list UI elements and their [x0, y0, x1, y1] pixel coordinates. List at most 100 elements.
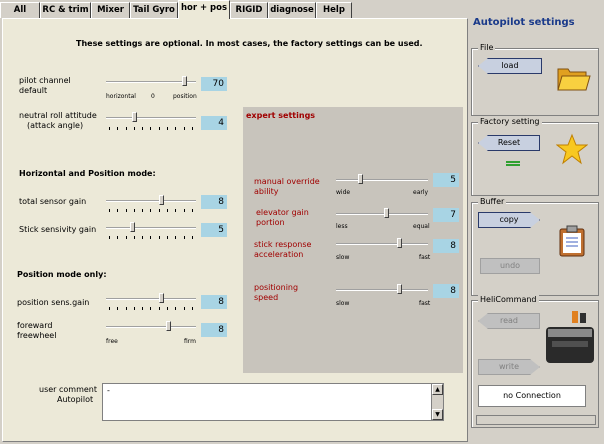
- freewheel-value: 8: [201, 323, 227, 337]
- pilot-channel-mid: 0: [151, 93, 155, 100]
- elevator-slider[interactable]: [383, 208, 389, 218]
- positioning-label: positioning: [254, 283, 299, 292]
- settings-panel: These settings are optional. In most cas…: [2, 18, 468, 442]
- elevator-label-2: portion: [256, 218, 285, 227]
- tab-rigid[interactable]: RIGID: [230, 2, 268, 18]
- elevator-track: [336, 213, 428, 215]
- neutral-roll-track: [106, 117, 196, 119]
- position-heading: Position mode only:: [17, 270, 107, 279]
- comment-label: user comment: [39, 385, 97, 394]
- positioning-value: 8: [433, 284, 459, 298]
- scroll-down-icon[interactable]: ▼: [432, 409, 443, 420]
- override-slider[interactable]: [357, 174, 363, 184]
- copy-button[interactable]: copy: [478, 212, 540, 228]
- override-label-2: ability: [254, 187, 279, 196]
- expert-settings-panel: expert settings manual override ability …: [243, 107, 463, 373]
- stick-sensitivity-track: [106, 227, 196, 229]
- position-sens-slider[interactable]: [158, 293, 164, 303]
- override-min: wide: [336, 189, 351, 196]
- file-group: File load: [471, 43, 599, 116]
- position-sens-ticks: [109, 307, 193, 310]
- tab-hor-pos[interactable]: hor + pos: [178, 0, 230, 19]
- position-sens-label: position sens.gain: [17, 298, 90, 307]
- freewheel-max: firm: [184, 338, 196, 345]
- stick-response-slider[interactable]: [396, 238, 402, 248]
- progress-bar: [476, 415, 596, 425]
- positioning-min: slow: [336, 300, 350, 307]
- neutral-roll-ticks: [109, 127, 193, 130]
- buffer-group-title: Buffer: [478, 197, 507, 206]
- override-max: early: [413, 189, 429, 196]
- total-sensor-ticks: [109, 209, 193, 212]
- notice-text: These settings are optional. In most cas…: [76, 39, 423, 48]
- stick-sensitivity-slider[interactable]: [129, 222, 135, 232]
- position-sens-value: 8: [201, 295, 227, 309]
- elevator-label: elevator gain: [256, 208, 309, 217]
- star-icon: [556, 133, 588, 165]
- stick-sensitivity-label: Stick sensivity gain: [19, 225, 97, 234]
- tab-rc-trim[interactable]: RC & trim: [40, 2, 91, 18]
- total-sensor-label: total sensor gain: [19, 197, 87, 206]
- helicommand-group: HeliCommand read write no Connection: [471, 295, 599, 428]
- helicommand-group-title: HeliCommand: [478, 295, 539, 304]
- comment-textarea[interactable]: - ▲ ▼: [102, 383, 444, 421]
- load-button[interactable]: load: [478, 58, 542, 74]
- clipboard-icon: [559, 225, 585, 257]
- position-sens-track: [106, 298, 196, 300]
- write-button[interactable]: write: [478, 359, 540, 375]
- stick-sensitivity-ticks: [109, 236, 193, 239]
- elevator-value: 7: [433, 208, 459, 222]
- neutral-roll-slider[interactable]: [131, 112, 137, 122]
- total-sensor-value: 8: [201, 195, 227, 209]
- override-track: [336, 179, 428, 181]
- undo-button[interactable]: undo: [480, 258, 540, 274]
- tab-help[interactable]: Help: [316, 2, 352, 18]
- helicommand-device-icon: [546, 311, 594, 363]
- read-button[interactable]: read: [478, 313, 540, 329]
- elevator-max: equal: [413, 223, 430, 230]
- stick-response-label: stick response: [254, 240, 312, 249]
- factory-group: Factory setting Reset: [471, 117, 599, 196]
- pilot-channel-min: horizontal: [106, 93, 136, 100]
- neutral-roll-label: neutral roll attitude: [19, 111, 97, 120]
- connection-status: no Connection: [478, 385, 586, 407]
- freewheel-slider[interactable]: [165, 321, 171, 331]
- freewheel-min: free: [106, 338, 118, 345]
- factory-group-title: Factory setting: [478, 117, 542, 126]
- neutral-roll-value: 4: [201, 116, 227, 130]
- total-sensor-slider[interactable]: [158, 195, 164, 205]
- equals-icon: [506, 161, 520, 166]
- horizontal-heading: Horizontal and Position mode:: [19, 169, 156, 178]
- autopilot-panel: Autopilot settings File load Factory set…: [468, 14, 604, 444]
- tab-all[interactable]: All: [0, 2, 40, 18]
- comment-value: -: [107, 386, 110, 395]
- panel-title: Autopilot settings: [473, 17, 575, 28]
- freewheel-label-2: freewheel: [17, 331, 57, 340]
- freewheel-label: foreward: [17, 321, 53, 330]
- override-value: 5: [433, 173, 459, 187]
- pilot-channel-slider[interactable]: [181, 76, 187, 86]
- tab-diagnose[interactable]: diagnose: [268, 2, 316, 18]
- expert-title: expert settings: [246, 111, 316, 120]
- comment-scrollbar[interactable]: ▲ ▼: [431, 384, 443, 420]
- folder-icon: [557, 68, 591, 91]
- tab-tail-gyro[interactable]: Tail Gyro: [130, 2, 178, 18]
- pilot-channel-label: pilot channel: [19, 76, 71, 85]
- positioning-slider[interactable]: [396, 284, 402, 294]
- scroll-up-icon[interactable]: ▲: [432, 384, 443, 395]
- freewheel-track: [106, 326, 196, 328]
- stick-sensitivity-value: 5: [201, 223, 227, 237]
- positioning-track: [336, 289, 428, 291]
- neutral-roll-label-2: (attack angle): [27, 121, 84, 130]
- file-group-title: File: [478, 43, 496, 52]
- buffer-group: Buffer copy undo: [471, 197, 599, 296]
- override-label: manual override: [254, 177, 320, 186]
- positioning-label-2: speed: [254, 293, 279, 302]
- stick-response-track: [336, 243, 428, 245]
- elevator-min: less: [336, 223, 348, 230]
- positioning-max: fast: [419, 300, 431, 307]
- reset-button[interactable]: Reset: [478, 135, 540, 151]
- stick-response-max: fast: [419, 254, 431, 261]
- pilot-channel-max: position: [173, 93, 197, 100]
- tab-mixer[interactable]: Mixer: [91, 2, 130, 18]
